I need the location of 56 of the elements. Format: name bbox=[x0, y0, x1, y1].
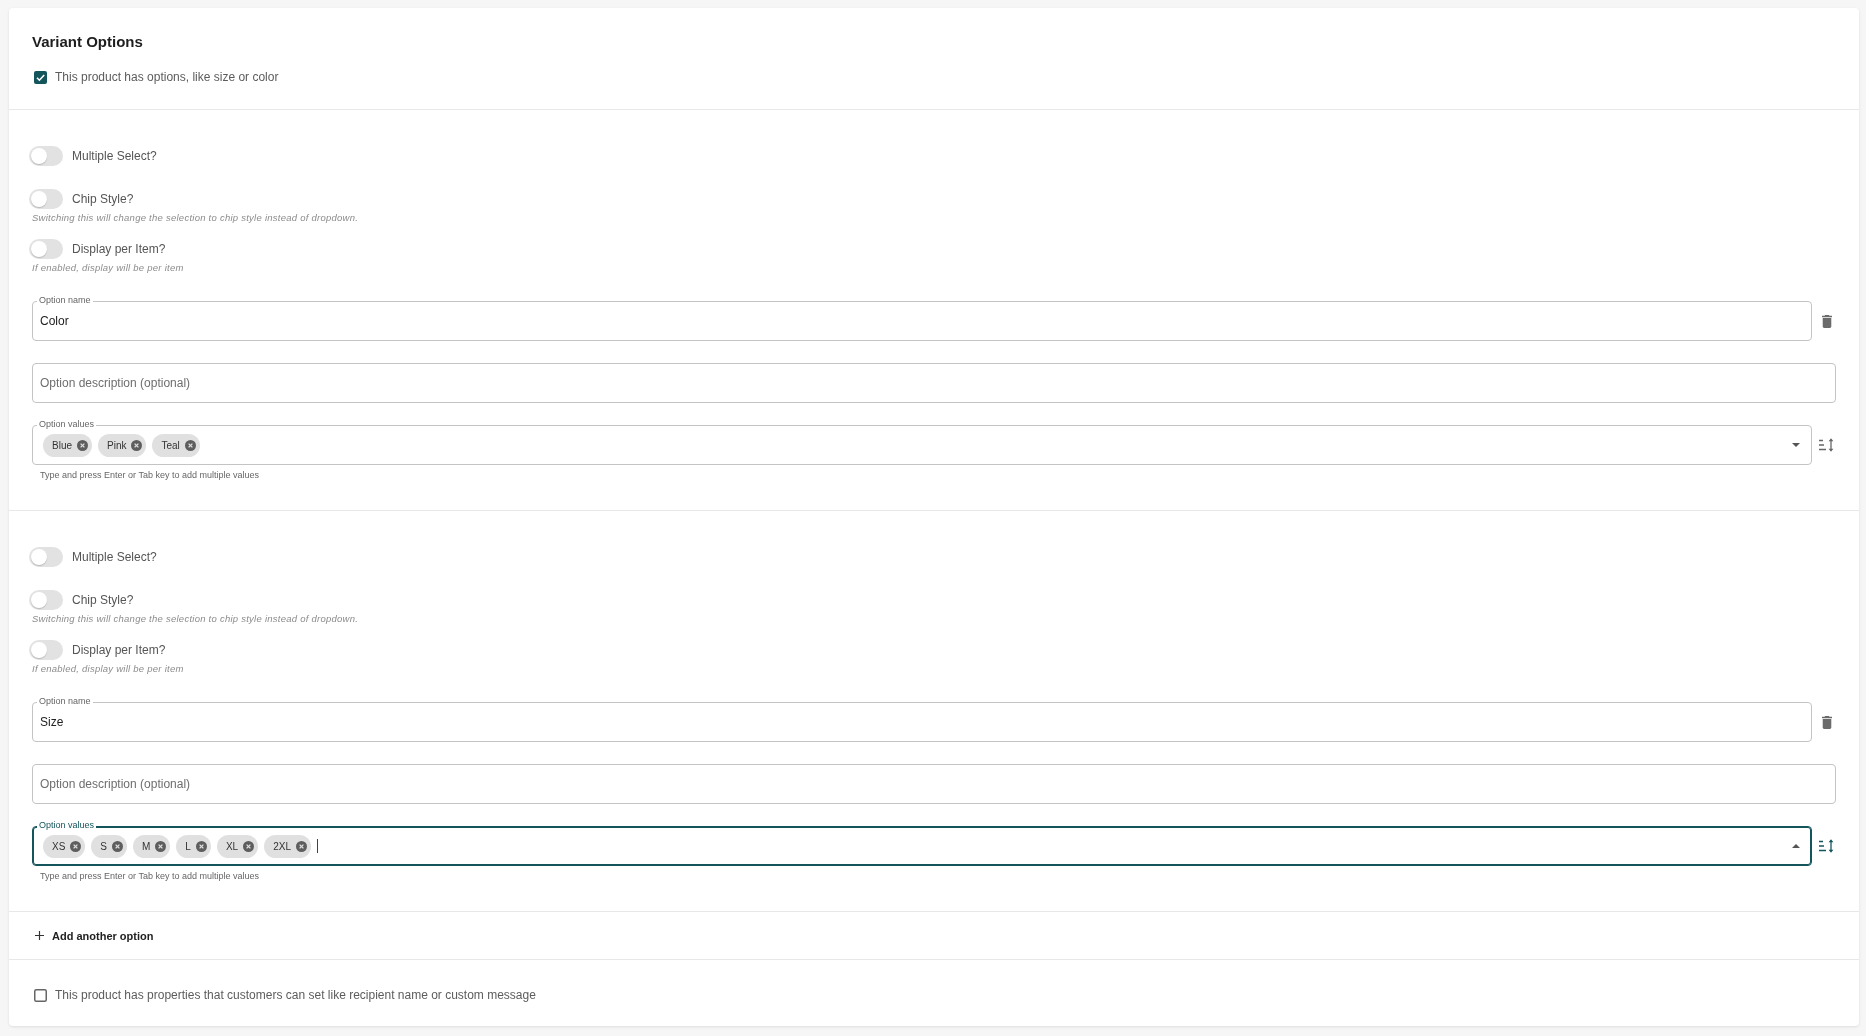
helper-text: Type and press Enter or Tab key to add multiple values bbox=[40, 469, 259, 481]
trash-icon[interactable] bbox=[1822, 314, 1832, 328]
hint-text: Switching this will change the selection to chip style instead of dropdown. bbox=[32, 212, 359, 224]
remove-icon[interactable] bbox=[184, 439, 196, 451]
value-chip[interactable]: M bbox=[133, 834, 171, 858]
field-label: Option name bbox=[37, 295, 93, 306]
value-chip[interactable]: Blue bbox=[43, 433, 92, 457]
remove-icon[interactable] bbox=[243, 840, 255, 852]
toggle-switch[interactable] bbox=[29, 640, 63, 660]
plus-icon bbox=[35, 931, 44, 940]
value-chip[interactable]: XL bbox=[216, 834, 259, 858]
value-chip[interactable]: L bbox=[176, 834, 211, 858]
value-chip[interactable]: Teal bbox=[152, 433, 200, 457]
remove-icon[interactable] bbox=[77, 439, 88, 451]
value-chip[interactable]: S bbox=[91, 834, 127, 858]
option-description-field[interactable]: Option description (optional) bbox=[32, 363, 1836, 403]
toggle-label: Chip Style? bbox=[72, 592, 134, 608]
sort-icon[interactable] bbox=[1819, 438, 1835, 452]
toggle-label: Display per Item? bbox=[72, 642, 166, 658]
toggle-switch[interactable] bbox=[29, 547, 63, 567]
remove-icon[interactable] bbox=[112, 840, 123, 852]
toggle-label: Multiple Select? bbox=[72, 549, 157, 565]
toggle-switch[interactable] bbox=[29, 590, 63, 610]
toggle-switch[interactable] bbox=[29, 146, 63, 166]
field-label: Option name bbox=[37, 696, 93, 707]
field-label: Option values bbox=[37, 419, 97, 430]
toggle-label: Chip Style? bbox=[72, 191, 134, 207]
toggle-switch[interactable] bbox=[29, 189, 63, 209]
sort-icon[interactable] bbox=[1819, 839, 1835, 853]
remove-icon[interactable] bbox=[70, 840, 82, 852]
toggle-switch[interactable] bbox=[29, 239, 63, 259]
add-option-button[interactable]: Add another option bbox=[32, 929, 154, 942]
remove-icon[interactable] bbox=[295, 840, 307, 852]
dropdown-caret-icon[interactable] bbox=[1792, 443, 1800, 447]
remove-icon[interactable] bbox=[195, 840, 207, 852]
value-chip[interactable]: XS bbox=[43, 834, 86, 858]
hint-text: If enabled, display will be per item bbox=[32, 663, 184, 675]
hint-text: Switching this will change the selection to chip style instead of dropdown. bbox=[32, 613, 359, 625]
field-label: Option values bbox=[37, 820, 97, 831]
hint-text: If enabled, display will be per item bbox=[32, 262, 184, 274]
text-cursor bbox=[316, 839, 319, 853]
toggle-label: Multiple Select? bbox=[72, 148, 157, 164]
value-chip[interactable]: Pink bbox=[98, 433, 147, 457]
value-chip[interactable]: 2XL bbox=[264, 834, 311, 858]
checkbox-label: This product has properties that customers can set like recipient name or custom message bbox=[55, 987, 536, 1003]
option-description-field[interactable]: Option description (optional) bbox=[32, 764, 1836, 804]
section-title: Variant Options bbox=[32, 32, 143, 52]
dropdown-caret-icon[interactable] bbox=[1792, 844, 1800, 848]
remove-icon[interactable] bbox=[131, 439, 143, 451]
toggle-label: Display per Item? bbox=[72, 241, 166, 257]
checkbox[interactable] bbox=[34, 988, 47, 1002]
checkbox[interactable] bbox=[34, 70, 47, 84]
remove-icon[interactable] bbox=[155, 840, 167, 852]
checkbox-label: This product has options, like size or color bbox=[55, 69, 279, 85]
trash-icon[interactable] bbox=[1822, 715, 1832, 729]
helper-text: Type and press Enter or Tab key to add multiple values bbox=[40, 870, 259, 882]
